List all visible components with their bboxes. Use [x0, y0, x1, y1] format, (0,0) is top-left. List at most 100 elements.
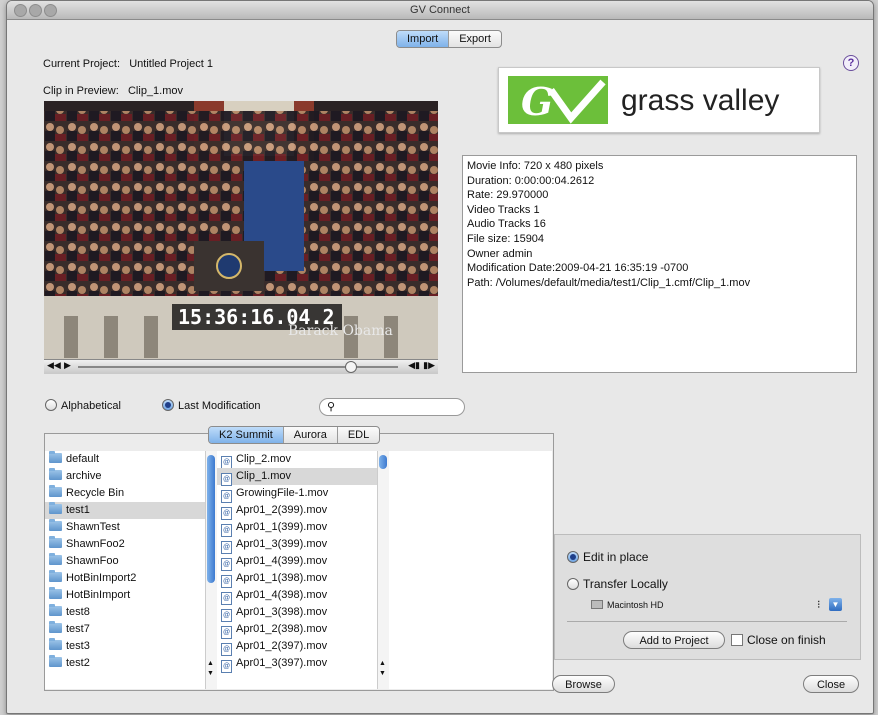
scroll-down-icon[interactable]: ▼ [379, 670, 386, 677]
browse-button[interactable]: Browse [552, 675, 615, 693]
list-item[interactable]: test1 [45, 502, 205, 519]
list-item[interactable]: test8 [45, 604, 205, 621]
clip-list-scrollbar[interactable]: ▲ ▼ [377, 451, 389, 689]
folder-icon [49, 638, 62, 650]
sort-alphabetical-option[interactable]: Alphabetical [45, 399, 121, 412]
list-item-label: HotBinImport2 [66, 572, 137, 584]
list-item[interactable]: @ Apr01_2(399).mov [217, 502, 377, 520]
grass-valley-logo-mark: G grass valley [508, 76, 779, 124]
hard-drive-icon [591, 600, 603, 609]
clip-scroll-thumb[interactable] [379, 455, 387, 469]
title-bar: GV Connect [7, 1, 873, 20]
current-project-key: Current Project: [43, 58, 121, 70]
list-item[interactable]: ShawnFoo [45, 553, 205, 570]
list-item[interactable]: @ Apr01_1(398).mov [217, 570, 377, 588]
list-item-label: Recycle Bin [66, 487, 125, 499]
list-item-label: ShawnFoo [66, 555, 119, 567]
list-item[interactable]: @ Apr01_4(399).mov [217, 553, 377, 571]
help-button[interactable]: ? [843, 55, 859, 71]
video-preview: 15:36:16.04.2 Barack Obama [44, 101, 438, 373]
list-item[interactable]: @ Apr01_2(397).mov [217, 638, 377, 656]
transfer-locally-option[interactable]: Transfer Locally [567, 577, 668, 591]
transfer-locally-label: Transfer Locally [583, 577, 668, 591]
playback-scrubber[interactable]: ◀︎◀︎ ▶ ◀︎▮ ▮▶ [44, 359, 438, 374]
list-item[interactable]: @ Apr01_3(398).mov [217, 604, 377, 622]
stepper-icon[interactable]: ⁝ [817, 598, 821, 611]
info-line: Path: /Volumes/default/media/test1/Clip_… [467, 276, 751, 289]
folder-icon [49, 451, 62, 463]
close-window-icon[interactable] [14, 4, 27, 17]
bin-scroll-thumb[interactable] [207, 455, 215, 583]
sort-alphabetical-radio[interactable] [45, 399, 57, 411]
transfer-locally-radio[interactable] [567, 578, 579, 590]
list-item[interactable]: test2 [45, 655, 205, 672]
add-to-project-button[interactable]: Add to Project [623, 631, 725, 649]
list-item[interactable]: test7 [45, 621, 205, 638]
rewind-icon[interactable]: ◀︎◀︎ [47, 360, 61, 371]
volume-selector[interactable]: Macintosh HD [591, 600, 664, 610]
edit-in-place-radio[interactable] [567, 551, 579, 563]
step-forward-icon[interactable]: ▮▶ [423, 360, 435, 371]
minimize-window-icon[interactable] [29, 4, 42, 17]
list-item[interactable]: @ Clip_1.mov [217, 468, 377, 486]
folder-icon [49, 519, 62, 531]
tab-import[interactable]: Import [397, 31, 450, 47]
list-item[interactable]: Recycle Bin [45, 485, 205, 502]
list-item-label: Apr01_4(398).mov [236, 589, 328, 601]
scroll-up-icon[interactable]: ▲ [379, 660, 386, 667]
current-project-label: Current Project: Untitled Project 1 [43, 58, 213, 70]
list-item[interactable]: ShawnTest [45, 519, 205, 536]
import-options-panel: Edit in place Transfer Locally Macintosh… [554, 534, 861, 660]
close-button[interactable]: Close [803, 675, 859, 693]
sort-last-modification-radio[interactable] [162, 399, 174, 411]
folder-icon [49, 587, 62, 599]
info-line: Rate: 29.970000 [467, 189, 549, 202]
gv-connect-window: GV Connect Import Export Current Project… [6, 0, 874, 714]
list-item[interactable]: archive [45, 468, 205, 485]
logo-text: grass valley [621, 84, 779, 117]
sort-last-modification-option[interactable]: Last Modification [162, 399, 261, 412]
list-item-label: test2 [66, 657, 90, 669]
import-export-tabs: Import Export [396, 30, 502, 48]
list-item[interactable]: @ GrowingFile-1.mov [217, 485, 377, 503]
scroll-up-icon[interactable]: ▲ [207, 660, 214, 667]
tab-k2-summit[interactable]: K2 Summit [209, 427, 284, 443]
list-item[interactable]: @ Apr01_1(399).mov [217, 519, 377, 537]
edit-in-place-option[interactable]: Edit in place [567, 550, 648, 564]
list-item[interactable]: @ Apr01_3(397).mov [217, 655, 377, 673]
list-item[interactable]: default [45, 451, 205, 468]
folder-icon [49, 536, 62, 548]
zoom-window-icon[interactable] [44, 4, 57, 17]
step-back-icon[interactable]: ◀︎▮ [408, 360, 420, 371]
search-input[interactable]: ⚲ [319, 398, 465, 416]
close-on-finish-option[interactable]: Close on finish [731, 633, 826, 647]
list-item[interactable]: @ Apr01_4(398).mov [217, 587, 377, 605]
bin-list: default archive Recycle Bin test1 ShawnT… [45, 451, 205, 689]
list-item[interactable]: ShawnFoo2 [45, 536, 205, 553]
scroll-down-icon[interactable]: ▼ [207, 670, 214, 677]
list-item-label: Apr01_3(399).mov [236, 538, 328, 550]
list-item[interactable]: HotBinImport2 [45, 570, 205, 587]
playhead-knob[interactable] [345, 361, 357, 373]
list-item[interactable]: @ Apr01_3(399).mov [217, 536, 377, 554]
tab-aurora[interactable]: Aurora [284, 427, 338, 443]
list-item[interactable]: test3 [45, 638, 205, 655]
dropdown-chevron-icon[interactable]: ▼ [829, 598, 842, 611]
tab-edl[interactable]: EDL [338, 427, 379, 443]
list-item[interactable]: @ Apr01_2(398).mov [217, 621, 377, 639]
play-icon[interactable]: ▶ [64, 360, 71, 371]
folder-icon [49, 570, 62, 582]
movie-info-panel: Movie Info: 720 x 480 pixels Duration: 0… [462, 155, 857, 373]
window-title: GV Connect [410, 4, 470, 16]
edit-in-place-label: Edit in place [583, 550, 649, 564]
bin-list-scrollbar[interactable]: ▲ ▼ [205, 451, 217, 689]
list-item[interactable]: HotBinImport [45, 587, 205, 604]
list-item[interactable]: @ Clip_2.mov [217, 451, 377, 469]
list-item-label: ShawnTest [66, 521, 120, 533]
preview-frame-image: 15:36:16.04.2 Barack Obama [44, 101, 438, 373]
info-line: Video Tracks 1 [467, 203, 540, 216]
close-on-finish-checkbox[interactable] [731, 634, 743, 646]
list-item-label: Apr01_3(397).mov [236, 657, 328, 669]
folder-icon [49, 655, 62, 667]
tab-export[interactable]: Export [449, 31, 501, 47]
